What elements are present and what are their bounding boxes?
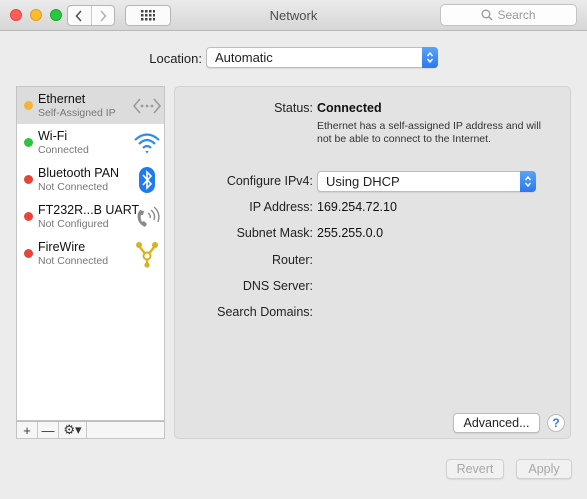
back-button[interactable]	[68, 6, 91, 25]
apply-button[interactable]: Apply	[516, 459, 572, 479]
service-name: Wi-Fi	[38, 129, 68, 143]
status-dot	[24, 249, 33, 258]
dns-server-label: DNS Server:	[242, 279, 313, 293]
search-field[interactable]: Search	[440, 4, 577, 26]
popup-arrows-icon	[520, 171, 536, 192]
list-item-firewire[interactable]: FireWire Not Connected	[17, 235, 164, 272]
ip-address-label: IP Address:	[249, 200, 313, 214]
service-list-toolbar: + — ⚙▾	[16, 421, 165, 439]
ethernet-icon	[132, 98, 162, 114]
status-dot	[24, 175, 33, 184]
service-status: Not Configured	[38, 218, 109, 230]
location-value: Automatic	[215, 50, 273, 65]
bluetooth-icon	[139, 167, 155, 193]
popup-arrows-icon	[422, 47, 438, 68]
add-service-button[interactable]: +	[17, 422, 38, 438]
list-item-bluetooth-pan[interactable]: Bluetooth PAN Not Connected	[17, 161, 164, 198]
location-popup[interactable]: Automatic	[206, 47, 438, 68]
firewire-icon	[136, 242, 158, 268]
service-name: Bluetooth PAN	[38, 166, 120, 180]
location-label: Location:	[149, 51, 202, 66]
gear-menu-button[interactable]: ⚙▾	[59, 422, 87, 438]
list-item-ft232r-uart[interactable]: FT232R...B UART Not Configured	[17, 198, 164, 235]
show-all-button[interactable]	[125, 5, 171, 26]
status-dot	[24, 138, 33, 147]
chevron-left-icon	[75, 9, 83, 22]
search-icon	[482, 9, 493, 21]
configure-ipv4-label: Configure IPv4:	[226, 174, 313, 188]
list-item-wifi[interactable]: Wi-Fi Connected	[17, 124, 164, 161]
service-status: Self-Assigned IP	[38, 107, 116, 119]
wifi-icon	[134, 133, 160, 154]
subnet-mask-label: Subnet Mask:	[236, 226, 313, 240]
minimize-window-button[interactable]	[30, 9, 42, 21]
service-status: Not Connected	[38, 255, 109, 267]
help-button[interactable]: ?	[547, 414, 565, 432]
window-titlebar: Network Search	[0, 0, 587, 31]
service-name: FireWire	[38, 240, 86, 254]
advanced-button[interactable]: Advanced...	[453, 413, 540, 433]
phone-modem-icon	[137, 206, 160, 227]
search-domains-label: Search Domains:	[217, 305, 313, 319]
window-title: Network	[269, 8, 318, 23]
status-dot	[24, 101, 33, 110]
service-status: Not Connected	[38, 181, 109, 193]
close-window-button[interactable]	[10, 9, 22, 21]
service-list: Ethernet Self-Assigned IP Wi-Fi Connecte…	[16, 86, 165, 421]
grid-icon	[141, 10, 155, 21]
status-dot	[24, 212, 33, 221]
list-item-ethernet[interactable]: Ethernet Self-Assigned IP	[17, 87, 164, 124]
status-label: Status:	[274, 101, 313, 115]
subnet-mask-value: 255.255.0.0	[317, 226, 384, 240]
configure-ipv4-value: Using DHCP	[326, 174, 400, 189]
status-note: Ethernet has a self-assigned IP address …	[317, 120, 541, 145]
back-forward-group	[67, 5, 115, 26]
zoom-window-button[interactable]	[50, 9, 62, 21]
detail-panel: Status: Connected Ethernet has a self-as…	[174, 86, 571, 439]
search-placeholder: Search	[497, 8, 536, 22]
service-name: FT232R...B UART	[38, 203, 140, 217]
router-label: Router:	[272, 253, 313, 267]
revert-button[interactable]: Revert	[446, 459, 504, 479]
forward-button[interactable]	[90, 6, 114, 25]
ip-address-value: 169.254.72.10	[317, 200, 397, 214]
configure-ipv4-popup[interactable]: Using DHCP	[317, 171, 536, 192]
remove-service-button[interactable]: —	[38, 422, 59, 438]
service-status: Connected	[38, 144, 89, 156]
chevron-right-icon	[100, 9, 107, 22]
service-name: Ethernet	[38, 92, 86, 106]
status-value: Connected	[317, 101, 382, 115]
